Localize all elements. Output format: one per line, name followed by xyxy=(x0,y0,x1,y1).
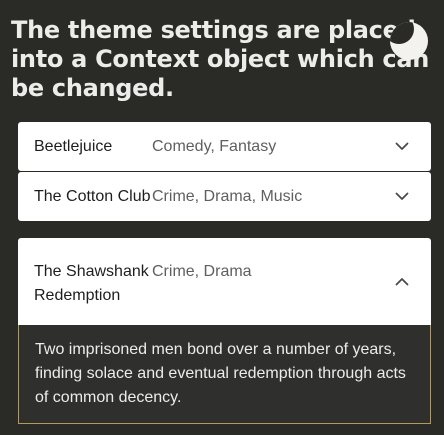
accordion-item-expanded: The Shawshank Redemption Crime, Drama xyxy=(18,238,431,325)
accordion-item: The Cotton Club Crime, Drama, Music xyxy=(18,172,431,221)
movie-genre: Comedy, Fantasy xyxy=(152,138,277,155)
movie-title: The Shawshank Redemption xyxy=(34,263,149,304)
chevron-up-icon xyxy=(395,278,409,286)
accordion-header[interactable]: The Shawshank Redemption Crime, Drama xyxy=(18,238,431,325)
movie-genre: Crime, Drama, Music xyxy=(152,188,303,205)
chevron-down-icon xyxy=(395,192,409,200)
movie-title: Beetlejuice xyxy=(34,138,113,155)
accordion-header[interactable]: Beetlejuice Comedy, Fantasy xyxy=(18,122,431,171)
accordion-header[interactable]: The Cotton Club Crime, Drama, Music xyxy=(18,172,431,221)
page: The theme settings are placed into a Con… xyxy=(0,0,444,435)
page-headline: The theme settings are placed into a Con… xyxy=(11,16,430,102)
accordion-item: Beetlejuice Comedy, Fantasy xyxy=(18,122,431,171)
theme-toggle-button[interactable] xyxy=(390,22,428,60)
movie-genre: Crime, Drama xyxy=(152,263,252,280)
chevron-down-icon xyxy=(395,142,409,150)
moon-icon xyxy=(390,22,414,44)
accordion-panel-description: Two imprisoned men bond over a number of… xyxy=(18,325,431,424)
movie-title: The Cotton Club xyxy=(34,188,151,205)
